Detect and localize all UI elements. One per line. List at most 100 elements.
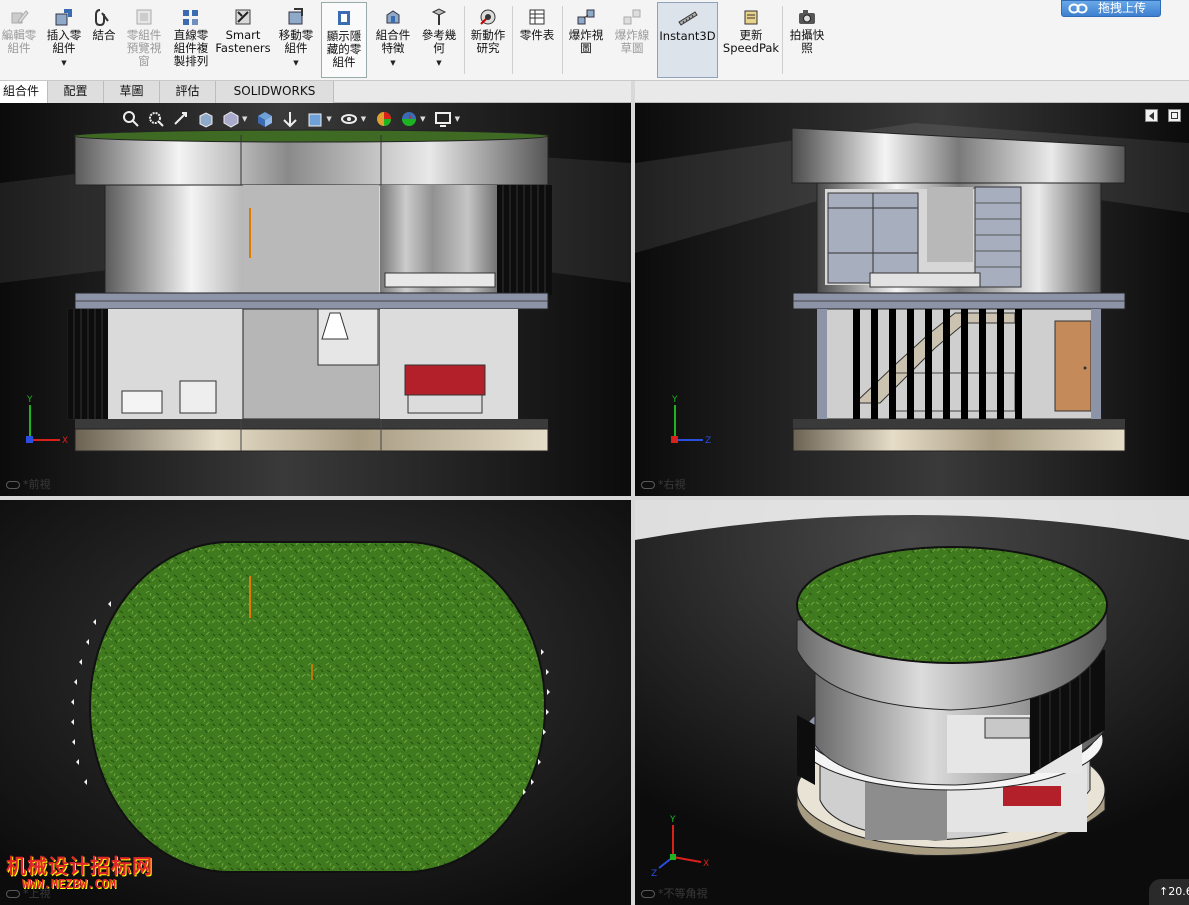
viewport-right[interactable]: Y Z *右視 xyxy=(635,103,1189,496)
instant3d-button[interactable]: Instant3D xyxy=(657,2,718,78)
tab-sketch[interactable]: 草圖 xyxy=(104,81,160,103)
ribbon-separator xyxy=(562,6,563,74)
take-snapshot-label: 拍攝快 照 xyxy=(789,28,825,55)
show-hidden-components-button[interactable]: 顯示隱 藏的零 組件 xyxy=(321,2,367,78)
link-views-icon[interactable] xyxy=(6,481,20,489)
assembly-features-label: 組合件 特徵 xyxy=(375,28,411,55)
rotate-view-icon[interactable] xyxy=(279,109,300,130)
new-motion-study-label: 新動作 研究 xyxy=(470,28,506,55)
show-hidden-label: 顯示隱 藏的零 組件 xyxy=(326,29,362,69)
section-view-icon[interactable] xyxy=(195,109,216,130)
assembly-features-dropdown-icon[interactable]: ▼ xyxy=(390,57,395,70)
motion-study-icon xyxy=(477,6,499,28)
front-view-model: Y X xyxy=(0,103,631,496)
svg-text:Y: Y xyxy=(26,395,33,405)
viewport-front[interactable]: Y X ▼ ▼ ▼ ▼ ▼ *前視 xyxy=(0,103,631,496)
reference-geometry-button[interactable]: 參考幾 何 ▼ xyxy=(417,2,461,78)
link-views-icon[interactable] xyxy=(641,481,655,489)
move-component-dropdown-icon[interactable]: ▼ xyxy=(293,57,298,70)
component-preview-label: 零組件 預覽視 窗 xyxy=(126,28,162,68)
exploded-view-label: 爆炸視 圖 xyxy=(568,28,604,55)
upload-button[interactable]: 拖拽上传 xyxy=(1061,0,1161,17)
smart-fasteners-button[interactable]: Smart Fasteners xyxy=(215,2,271,78)
viewport-front-label: *前視 xyxy=(6,476,51,492)
insert-component-icon xyxy=(53,6,75,28)
move-component-label: 移動零 組件 xyxy=(278,28,314,55)
take-snapshot-button[interactable]: 拍攝快 照 xyxy=(785,2,829,78)
link-views-icon[interactable] xyxy=(641,890,655,898)
tab-solidworks-mbd[interactable]: SOLIDWORKS MBD xyxy=(216,81,334,119)
update-speedpak-label: 更新 SpeedPak xyxy=(722,28,780,55)
assembly-features-icon xyxy=(382,6,404,28)
instant3d-label: Instant3D xyxy=(659,29,716,43)
component-preview-icon xyxy=(133,6,155,28)
smart-fasteners-label: Smart Fasteners xyxy=(215,28,271,55)
speedpak-icon xyxy=(740,6,762,28)
component-preview-button[interactable]: 零組件 預覽視 窗 xyxy=(122,2,166,78)
mate-label: 結合 xyxy=(92,28,116,42)
tab-evaluate[interactable]: 評估 xyxy=(160,81,216,103)
mate-button[interactable]: 結合 xyxy=(88,2,120,78)
linear-pattern-button[interactable]: 直線零 組件複 製排列 xyxy=(169,2,213,78)
show-hidden-icon xyxy=(333,7,355,29)
explode-line-sketch-button[interactable]: 爆炸線 草圖 xyxy=(610,2,654,78)
zoom-to-fit-icon[interactable] xyxy=(120,109,141,130)
watermark-logo: 机械设计招标网 xyxy=(6,854,153,878)
viewport-top[interactable]: 机械设计招标网 WWW.MEZBW.COM *上視 xyxy=(0,500,631,905)
explode-line-sketch-label: 爆炸線 草圖 xyxy=(614,28,650,55)
move-component-button[interactable]: 移動零 組件 ▼ xyxy=(274,2,318,78)
insert-component-dropdown-icon[interactable]: ▼ xyxy=(61,57,66,70)
assembly-features-button[interactable]: 組合件 特徵 ▼ xyxy=(372,2,414,78)
hide-show-items-icon[interactable] xyxy=(339,109,360,130)
exploded-view-button[interactable]: 爆炸視 圖 xyxy=(564,2,608,78)
link-views-icon[interactable] xyxy=(6,890,20,898)
explode-line-sketch-icon xyxy=(621,6,643,28)
ribbon-separator xyxy=(782,6,783,74)
viewport-iso-label: *不等角視 xyxy=(641,885,708,901)
svg-text:Z: Z xyxy=(705,436,711,446)
viewport-splitter-vertical[interactable] xyxy=(631,81,635,905)
viewport-splitter-horizontal[interactable] xyxy=(0,496,1189,500)
svg-text:Y: Y xyxy=(671,395,678,405)
upload-label: 拖拽上传 xyxy=(1097,1,1146,15)
view-settings-icon[interactable] xyxy=(433,109,454,130)
cloud-link-icon xyxy=(1068,3,1088,14)
linear-pattern-label: 直線零 組件複 製排列 xyxy=(173,28,209,68)
tab-layout[interactable]: 配置 xyxy=(48,81,104,103)
bom-icon xyxy=(526,6,548,28)
ribbon-separator xyxy=(464,6,465,74)
exploded-view-icon xyxy=(575,6,597,28)
top-view-model xyxy=(0,500,631,905)
svg-text:Y: Y xyxy=(669,815,676,825)
zoom-to-area-icon[interactable] xyxy=(145,109,166,130)
svg-text:X: X xyxy=(62,436,68,446)
apply-scene-icon[interactable] xyxy=(398,109,419,130)
edit-appearance-icon[interactable] xyxy=(373,109,394,130)
linear-pattern-icon xyxy=(180,6,202,28)
solidworks-window: 編輯零 組件 插入零 組件 ▼ 結合 零組件 預覽視 窗 直線零 組件複 製排列… xyxy=(0,0,1189,905)
viewport-controls xyxy=(1145,109,1181,122)
edit-component-button[interactable]: 編輯零 組件 xyxy=(0,2,38,78)
maximize-viewport-icon[interactable] xyxy=(1168,109,1181,122)
svg-text:Z: Z xyxy=(651,869,657,879)
restore-viewport-icon[interactable] xyxy=(1145,109,1158,122)
insert-component-button[interactable]: 插入零 組件 ▼ xyxy=(42,2,86,78)
svg-text:X: X xyxy=(703,859,709,869)
up-arrow-icon: ↑ xyxy=(1159,885,1169,898)
bom-button[interactable]: 零件表 xyxy=(514,2,560,78)
new-motion-study-button[interactable]: 新動作 研究 xyxy=(466,2,510,78)
dynamic-annotation-icon[interactable] xyxy=(220,109,241,130)
status-indicator: ↑20.6 xyxy=(1149,879,1189,905)
update-speedpak-button[interactable]: 更新 SpeedPak xyxy=(722,2,780,78)
reference-geometry-label: 參考幾 何 xyxy=(421,28,457,55)
edit-component-icon xyxy=(8,6,30,28)
display-style-icon[interactable] xyxy=(304,109,325,130)
move-component-icon xyxy=(285,6,307,28)
viewport-isometric[interactable]: Y X Z *不等角視 ↑20.6 xyxy=(635,500,1189,905)
insert-component-label: 插入零 組件 xyxy=(46,28,82,55)
ribbon-separator xyxy=(512,6,513,74)
tab-assembly[interactable]: 組合件 xyxy=(0,81,48,103)
previous-view-icon[interactable] xyxy=(170,109,191,130)
reference-geometry-dropdown-icon[interactable]: ▼ xyxy=(436,57,441,70)
view-orientation-icon[interactable] xyxy=(254,109,275,130)
